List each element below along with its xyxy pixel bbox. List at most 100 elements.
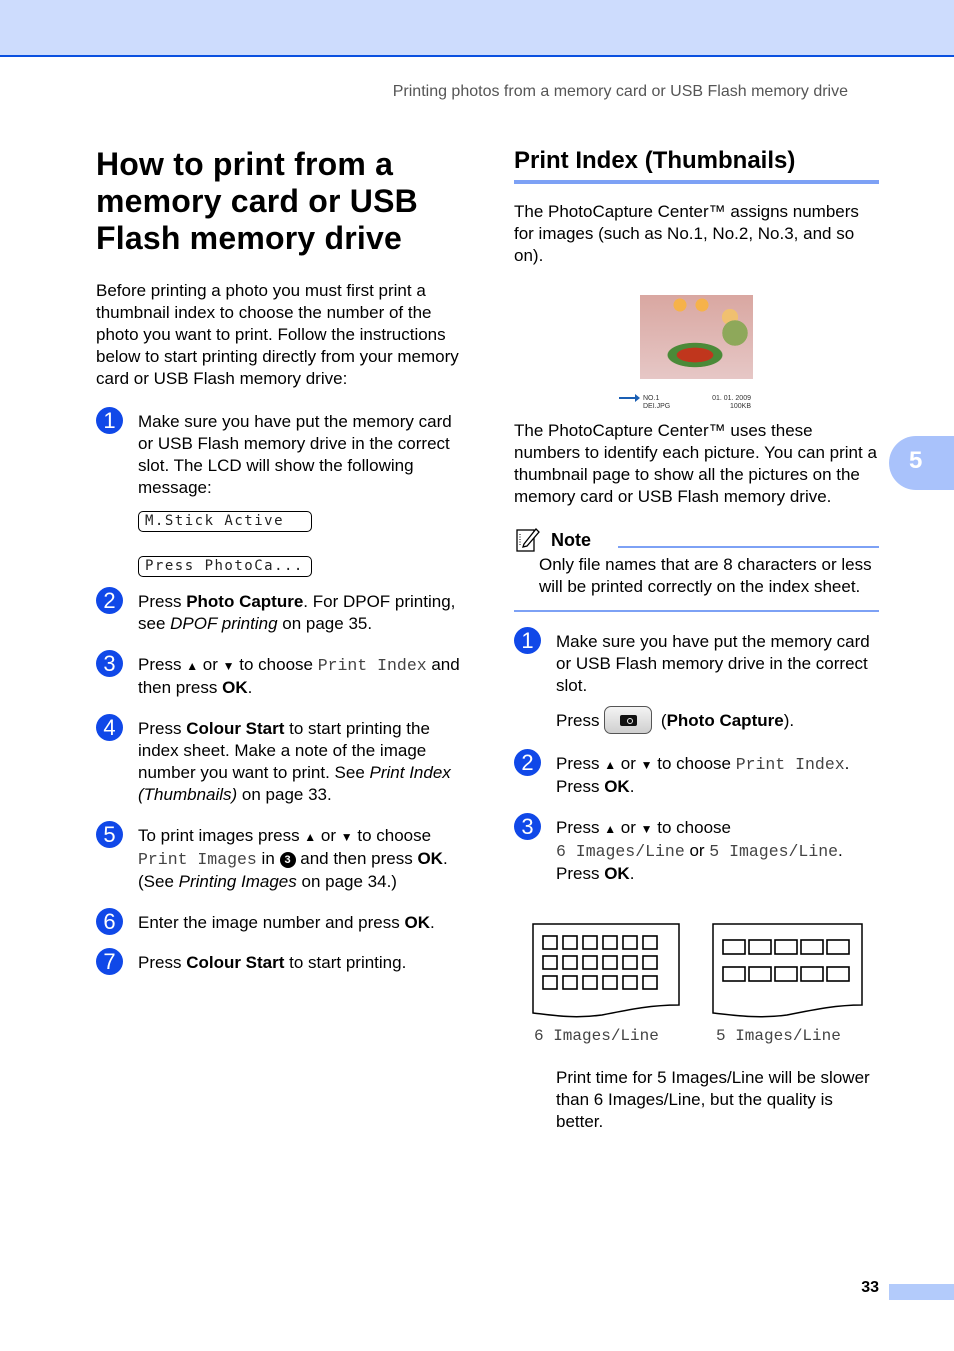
step-text: To print images press ▲ or ▼ to choose P… bbox=[138, 826, 448, 891]
divider bbox=[618, 546, 879, 548]
down-arrow-icon: ▼ bbox=[340, 830, 353, 844]
down-arrow-icon: ▼ bbox=[640, 758, 653, 772]
step-7: 7 Press Colour Start to start printing. bbox=[96, 948, 468, 975]
step-4: 4 Press Colour Start to start printing t… bbox=[96, 714, 468, 806]
step-3: 3 Press ▲ or ▼ to choose 6 Images/Line or… bbox=[514, 813, 879, 885]
thumbnail-slot bbox=[800, 966, 824, 982]
link-printing-images[interactable]: Printing Images bbox=[179, 872, 297, 891]
thumbnail-slot bbox=[562, 975, 578, 990]
chapter-tab[interactable]: 5 bbox=[889, 436, 954, 490]
paragraph: The PhotoCapture Center™ uses these numb… bbox=[514, 421, 877, 506]
step-5: 5 To print images press ▲ or ▼ to choose… bbox=[96, 821, 468, 893]
step-text: Press Photo Capture. For DPOF printing, … bbox=[138, 592, 456, 633]
step-number-badge: 2 bbox=[96, 587, 123, 614]
thumbnail-slot bbox=[642, 975, 658, 990]
thumbnail-slot bbox=[602, 935, 618, 950]
step-reference-icon: 3 bbox=[279, 852, 296, 868]
thumbnail-slot bbox=[562, 955, 578, 970]
thumbnail-slot bbox=[582, 955, 598, 970]
thumbnail-slot bbox=[642, 955, 658, 970]
step-text: Press Colour Start to start printing. bbox=[138, 953, 407, 972]
step-text: Enter the image number and press OK. bbox=[138, 913, 435, 932]
thumbnail-slot bbox=[562, 935, 578, 950]
thumbnail-caption: NO.1 DEI.JPG 01. 01. 2009 100KB bbox=[619, 394, 769, 415]
photo-capture-button[interactable] bbox=[604, 706, 653, 734]
thumbnail-slot bbox=[748, 966, 772, 982]
up-arrow-icon: ▲ bbox=[604, 822, 617, 836]
step-number-badge: 4 bbox=[96, 714, 123, 741]
step-2: 2 Press Photo Capture. For DPOF printing… bbox=[96, 587, 468, 635]
thumbnail-slot bbox=[622, 935, 638, 950]
link-dpof-printing[interactable]: DPOF printing bbox=[170, 614, 277, 633]
step-number-badge: 3 bbox=[96, 650, 123, 677]
thumbnail-slot bbox=[602, 955, 618, 970]
left-column: How to print from a memory card or USB F… bbox=[96, 146, 468, 975]
step-number-badge: 2 bbox=[514, 749, 541, 776]
down-arrow-icon: ▼ bbox=[640, 822, 653, 836]
layout-figures: 6 Images/Line 5 Images/Line bbox=[514, 923, 879, 1053]
thumbnail-photo bbox=[640, 295, 753, 379]
step-1: 1 Make sure you have put the memory card… bbox=[96, 407, 468, 577]
note-body: Only file names that are 8 characters or… bbox=[514, 554, 879, 612]
down-arrow-icon: ▼ bbox=[222, 659, 235, 673]
lcd-message-2: Press PhotoCa... bbox=[138, 556, 312, 577]
page-number: 33 bbox=[861, 1279, 879, 1296]
note-title: Note bbox=[551, 530, 591, 550]
up-arrow-icon: ▲ bbox=[604, 758, 617, 772]
arrow-icon bbox=[619, 394, 640, 402]
thumbnail-slot bbox=[622, 955, 638, 970]
thumbnail-slot bbox=[542, 975, 558, 990]
six-images-per-line-figure bbox=[532, 923, 680, 1018]
thumbnail-slot bbox=[622, 975, 638, 990]
step-text: Make sure you have put the memory card o… bbox=[556, 632, 870, 695]
step-text: Press ▲ or ▼ to choose Print Index. Press… bbox=[556, 754, 850, 796]
thumbnail-slot bbox=[582, 935, 598, 950]
thumbnail-example-figure: NO.1 DEI.JPG 01. 01. 2009 100KB bbox=[619, 295, 769, 415]
five-images-per-line-figure bbox=[712, 923, 863, 1018]
header-band bbox=[0, 0, 954, 57]
step-text: Press Colour Start to start printing the… bbox=[138, 719, 451, 804]
thumbnail-slot bbox=[748, 939, 772, 955]
running-header: Printing photos from a memory card or US… bbox=[392, 83, 848, 100]
page-title: How to print from a memory card or USB F… bbox=[96, 146, 418, 256]
step-number-badge: 3 bbox=[514, 813, 541, 840]
thumbnail-slot bbox=[542, 955, 558, 970]
paragraph: The PhotoCapture Center™ assigns numbers… bbox=[514, 202, 859, 265]
step-number-badge: 1 bbox=[96, 407, 123, 434]
lcd-message-1: M.Stick Active bbox=[138, 511, 312, 532]
step-text: Make sure you have put the memory card o… bbox=[138, 412, 452, 497]
thumbnail-slot bbox=[722, 966, 746, 982]
camera-icon bbox=[620, 715, 638, 726]
step-3: 3 Press ▲ or ▼ to choose Print Index and… bbox=[96, 650, 468, 699]
note-header: Note bbox=[514, 526, 879, 554]
thumbnail-slot bbox=[774, 966, 798, 982]
thumbnail-slot bbox=[582, 975, 598, 990]
note-pencil-icon bbox=[516, 528, 540, 552]
thumbnail-slot bbox=[642, 935, 658, 950]
figure-label-5: 5 Images/Line bbox=[716, 1027, 841, 1045]
right-column: Print Index (Thumbnails) The PhotoCaptur… bbox=[514, 146, 879, 1133]
intro-paragraph: Before printing a photo you must first p… bbox=[96, 281, 459, 388]
thumbnail-slot bbox=[602, 975, 618, 990]
thumbnail-slot bbox=[826, 966, 850, 982]
step-number-badge: 6 bbox=[96, 908, 123, 935]
section-heading: Print Index (Thumbnails) bbox=[514, 146, 879, 184]
thumbnail-slot bbox=[542, 935, 558, 950]
step-6: 6 Enter the image number and press OK. bbox=[96, 908, 468, 935]
thumbnail-slot bbox=[826, 939, 850, 955]
step-text: Press ▲ or ▼ to choose 6 Images/Line or 5… bbox=[556, 818, 843, 883]
up-arrow-icon: ▲ bbox=[186, 659, 199, 673]
thumbnail-slot bbox=[722, 939, 746, 955]
figure-label-6: 6 Images/Line bbox=[534, 1027, 659, 1045]
step-number-badge: 7 bbox=[96, 948, 123, 975]
step-text: Press ▲ or ▼ to choose Print Index and t… bbox=[138, 655, 460, 697]
closing-paragraph: Print time for 5 Images/Line will be slo… bbox=[556, 1068, 870, 1131]
step-number-badge: 5 bbox=[96, 821, 123, 848]
up-arrow-icon: ▲ bbox=[304, 830, 317, 844]
thumbnail-slot bbox=[800, 939, 824, 955]
thumbnail-slot bbox=[774, 939, 798, 955]
step-1: 1 Make sure you have put the memory card… bbox=[514, 627, 879, 734]
footer-bar bbox=[889, 1284, 954, 1300]
step-2: 2 Press ▲ or ▼ to choose Print Index. Pre… bbox=[514, 749, 879, 798]
step-number-badge: 1 bbox=[514, 627, 541, 654]
